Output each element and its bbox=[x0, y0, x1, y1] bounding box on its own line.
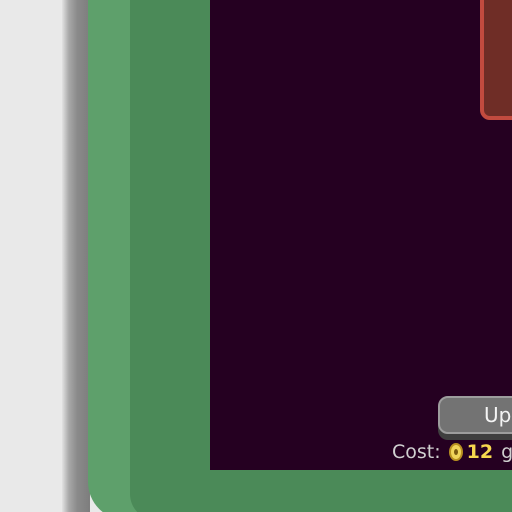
cost-value: 12 bbox=[466, 441, 494, 463]
cost-row: Cost: 12 g bbox=[392, 440, 512, 464]
upgrade-button-label: Up bbox=[484, 403, 512, 427]
gold-coin-icon bbox=[448, 443, 463, 461]
panel-shadow bbox=[62, 0, 90, 512]
game-screen: Up Cost: 12 g bbox=[0, 0, 512, 512]
red-card[interactable] bbox=[480, 0, 512, 120]
cost-label: Cost: bbox=[392, 441, 441, 463]
cost-suffix: g bbox=[501, 441, 512, 463]
upgrade-button[interactable]: Up bbox=[438, 396, 512, 434]
